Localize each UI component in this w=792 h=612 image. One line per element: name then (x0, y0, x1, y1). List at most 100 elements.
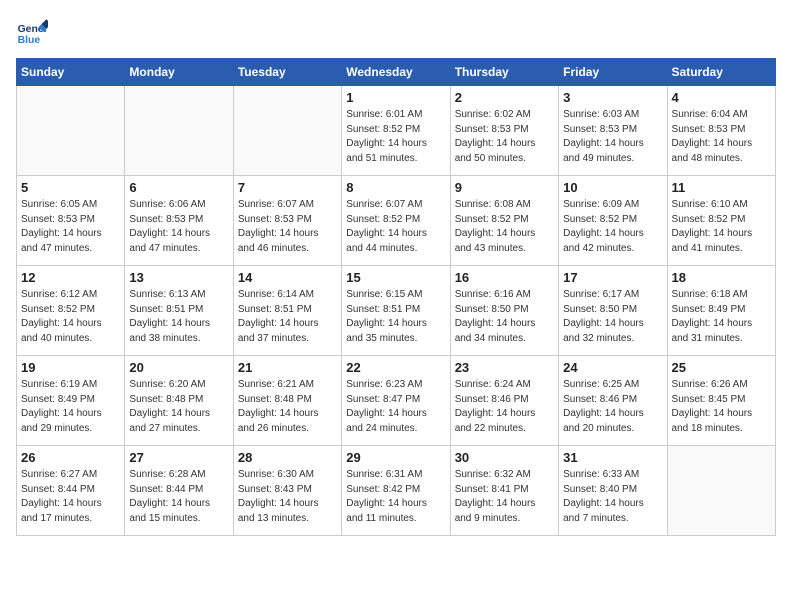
logo-icon: General Blue (16, 16, 48, 48)
day-info: Sunrise: 6:01 AMSunset: 8:52 PMDaylight:… (346, 108, 445, 166)
logo: General Blue (16, 16, 48, 48)
calendar-cell: 20 Sunrise: 6:20 AMSunset: 8:48 PMDayligh… (125, 356, 233, 446)
column-header-saturday: Saturday (667, 59, 775, 86)
column-header-wednesday: Wednesday (342, 59, 450, 86)
day-number: 28 (238, 450, 337, 465)
day-info: Sunrise: 6:30 AMSunset: 8:43 PMDaylight:… (238, 468, 337, 526)
day-info: Sunrise: 6:06 AMSunset: 8:53 PMDaylight:… (129, 198, 228, 256)
day-number: 21 (238, 360, 337, 375)
day-info: Sunrise: 6:15 AMSunset: 8:51 PMDaylight:… (346, 288, 445, 346)
calendar-cell: 16Sunrise: 6:16 AMSunset: 8:50 PMDayligh… (450, 266, 558, 356)
day-info: Sunrise: 6:05 AMSunset: 8:53 PMDaylight:… (21, 198, 120, 256)
day-number: 19 (21, 360, 120, 375)
day-number: 1 (346, 90, 445, 105)
day-info: Sunrise: 6:26 AMSunset: 8:45 PMDaylight:… (672, 378, 771, 436)
calendar-cell: 18 Sunrise: 6:18 AMSunset: 8:49 PMDayligh… (667, 266, 775, 356)
day-number: 15 (346, 270, 445, 285)
day-number: 27 (129, 450, 228, 465)
calendar-week-4: 19 Sunrise: 6:19 AMSunset: 8:49 PMDayligh… (17, 356, 776, 446)
calendar-cell: 31 Sunrise: 6:33 AMSunset: 8:40 PMDayligh… (559, 446, 667, 536)
day-info: Sunrise: 6:17 AMSunset: 8:50 PMDaylight:… (563, 288, 662, 346)
day-number: 4 (672, 90, 771, 105)
calendar-cell: 17 Sunrise: 6:17 AMSunset: 8:50 PMDayligh… (559, 266, 667, 356)
day-info: Sunrise: 6:07 AMSunset: 8:52 PMDaylight:… (346, 198, 445, 256)
day-info: Sunrise: 6:14 AMSunset: 8:51 PMDaylight:… (238, 288, 337, 346)
day-info: Sunrise: 6:18 AMSunset: 8:49 PMDaylight:… (672, 288, 771, 346)
day-number: 9 (455, 180, 554, 195)
day-info: Sunrise: 6:09 AMSunset: 8:52 PMDaylight:… (563, 198, 662, 256)
calendar-cell: 27 Sunrise: 6:28 AMSunset: 8:44 PMDayligh… (125, 446, 233, 536)
calendar-cell: 22 Sunrise: 6:23 AMSunset: 8:47 PMDayligh… (342, 356, 450, 446)
day-number: 22 (346, 360, 445, 375)
calendar-cell: 3 Sunrise: 6:03 AMSunset: 8:53 PMDaylight… (559, 86, 667, 176)
calendar-cell: 2Sunrise: 6:02 AMSunset: 8:53 PMDaylight… (450, 86, 558, 176)
day-number: 29 (346, 450, 445, 465)
day-info: Sunrise: 6:19 AMSunset: 8:49 PMDaylight:… (21, 378, 120, 436)
day-info: Sunrise: 6:31 AMSunset: 8:42 PMDaylight:… (346, 468, 445, 526)
column-header-friday: Friday (559, 59, 667, 86)
calendar-week-5: 26Sunrise: 6:27 AMSunset: 8:44 PMDayligh… (17, 446, 776, 536)
calendar-cell: 19 Sunrise: 6:19 AMSunset: 8:49 PMDayligh… (17, 356, 125, 446)
calendar-cell: 10 Sunrise: 6:09 AMSunset: 8:52 PMDayligh… (559, 176, 667, 266)
day-number: 3 (563, 90, 662, 105)
day-info: Sunrise: 6:03 AMSunset: 8:53 PMDaylight:… (563, 108, 662, 166)
calendar-week-3: 12Sunrise: 6:12 AMSunset: 8:52 PMDayligh… (17, 266, 776, 356)
calendar-cell: 13Sunrise: 6:13 AMSunset: 8:51 PMDayligh… (125, 266, 233, 356)
day-number: 11 (672, 180, 771, 195)
day-number: 30 (455, 450, 554, 465)
day-number: 12 (21, 270, 120, 285)
day-number: 10 (563, 180, 662, 195)
day-info: Sunrise: 6:20 AMSunset: 8:48 PMDaylight:… (129, 378, 228, 436)
calendar-cell: 26Sunrise: 6:27 AMSunset: 8:44 PMDayligh… (17, 446, 125, 536)
day-number: 18 (672, 270, 771, 285)
calendar-cell: 24 Sunrise: 6:25 AMSunset: 8:46 PMDayligh… (559, 356, 667, 446)
day-number: 7 (238, 180, 337, 195)
calendar-cell: 1 Sunrise: 6:01 AMSunset: 8:52 PMDaylight… (342, 86, 450, 176)
day-number: 24 (563, 360, 662, 375)
calendar-header-row: SundayMondayTuesdayWednesdayThursdayFrid… (17, 59, 776, 86)
day-number: 25 (672, 360, 771, 375)
svg-text:Blue: Blue (18, 35, 41, 46)
day-info: Sunrise: 6:33 AMSunset: 8:40 PMDaylight:… (563, 468, 662, 526)
day-number: 31 (563, 450, 662, 465)
calendar-cell: 9 Sunrise: 6:08 AMSunset: 8:52 PMDaylight… (450, 176, 558, 266)
calendar-cell: 12Sunrise: 6:12 AMSunset: 8:52 PMDayligh… (17, 266, 125, 356)
day-info: Sunrise: 6:24 AMSunset: 8:46 PMDaylight:… (455, 378, 554, 436)
day-info: Sunrise: 6:25 AMSunset: 8:46 PMDaylight:… (563, 378, 662, 436)
calendar-cell: 15 Sunrise: 6:15 AMSunset: 8:51 PMDayligh… (342, 266, 450, 356)
day-info: Sunrise: 6:23 AMSunset: 8:47 PMDaylight:… (346, 378, 445, 436)
calendar-cell: 25 Sunrise: 6:26 AMSunset: 8:45 PMDayligh… (667, 356, 775, 446)
day-info: Sunrise: 6:02 AMSunset: 8:53 PMDaylight:… (455, 108, 554, 166)
day-info: Sunrise: 6:10 AMSunset: 8:52 PMDaylight:… (672, 198, 771, 256)
calendar-cell: 5 Sunrise: 6:05 AMSunset: 8:53 PMDaylight… (17, 176, 125, 266)
calendar-cell: 7 Sunrise: 6:07 AMSunset: 8:53 PMDaylight… (233, 176, 341, 266)
day-number: 23 (455, 360, 554, 375)
day-info: Sunrise: 6:08 AMSunset: 8:52 PMDaylight:… (455, 198, 554, 256)
day-number: 14 (238, 270, 337, 285)
day-number: 5 (21, 180, 120, 195)
day-info: Sunrise: 6:32 AMSunset: 8:41 PMDaylight:… (455, 468, 554, 526)
column-header-monday: Monday (125, 59, 233, 86)
day-number: 17 (563, 270, 662, 285)
calendar-cell: 23 Sunrise: 6:24 AMSunset: 8:46 PMDayligh… (450, 356, 558, 446)
day-info: Sunrise: 6:28 AMSunset: 8:44 PMDaylight:… (129, 468, 228, 526)
day-info: Sunrise: 6:21 AMSunset: 8:48 PMDaylight:… (238, 378, 337, 436)
day-info: Sunrise: 6:04 AMSunset: 8:53 PMDaylight:… (672, 108, 771, 166)
calendar-week-1: 1 Sunrise: 6:01 AMSunset: 8:52 PMDaylight… (17, 86, 776, 176)
day-info: Sunrise: 6:07 AMSunset: 8:53 PMDaylight:… (238, 198, 337, 256)
calendar-cell: 11 Sunrise: 6:10 AMSunset: 8:52 PMDayligh… (667, 176, 775, 266)
calendar-cell (667, 446, 775, 536)
calendar-cell: 14 Sunrise: 6:14 AMSunset: 8:51 PMDayligh… (233, 266, 341, 356)
calendar-cell: 28 Sunrise: 6:30 AMSunset: 8:43 PMDayligh… (233, 446, 341, 536)
calendar-cell: 29 Sunrise: 6:31 AMSunset: 8:42 PMDayligh… (342, 446, 450, 536)
calendar-cell (233, 86, 341, 176)
calendar-cell (17, 86, 125, 176)
calendar-cell: 4 Sunrise: 6:04 AMSunset: 8:53 PMDaylight… (667, 86, 775, 176)
calendar-week-2: 5 Sunrise: 6:05 AMSunset: 8:53 PMDaylight… (17, 176, 776, 266)
day-number: 8 (346, 180, 445, 195)
column-header-thursday: Thursday (450, 59, 558, 86)
calendar-cell: 21 Sunrise: 6:21 AMSunset: 8:48 PMDayligh… (233, 356, 341, 446)
day-number: 20 (129, 360, 228, 375)
day-number: 16 (455, 270, 554, 285)
day-info: Sunrise: 6:13 AMSunset: 8:51 PMDaylight:… (129, 288, 228, 346)
